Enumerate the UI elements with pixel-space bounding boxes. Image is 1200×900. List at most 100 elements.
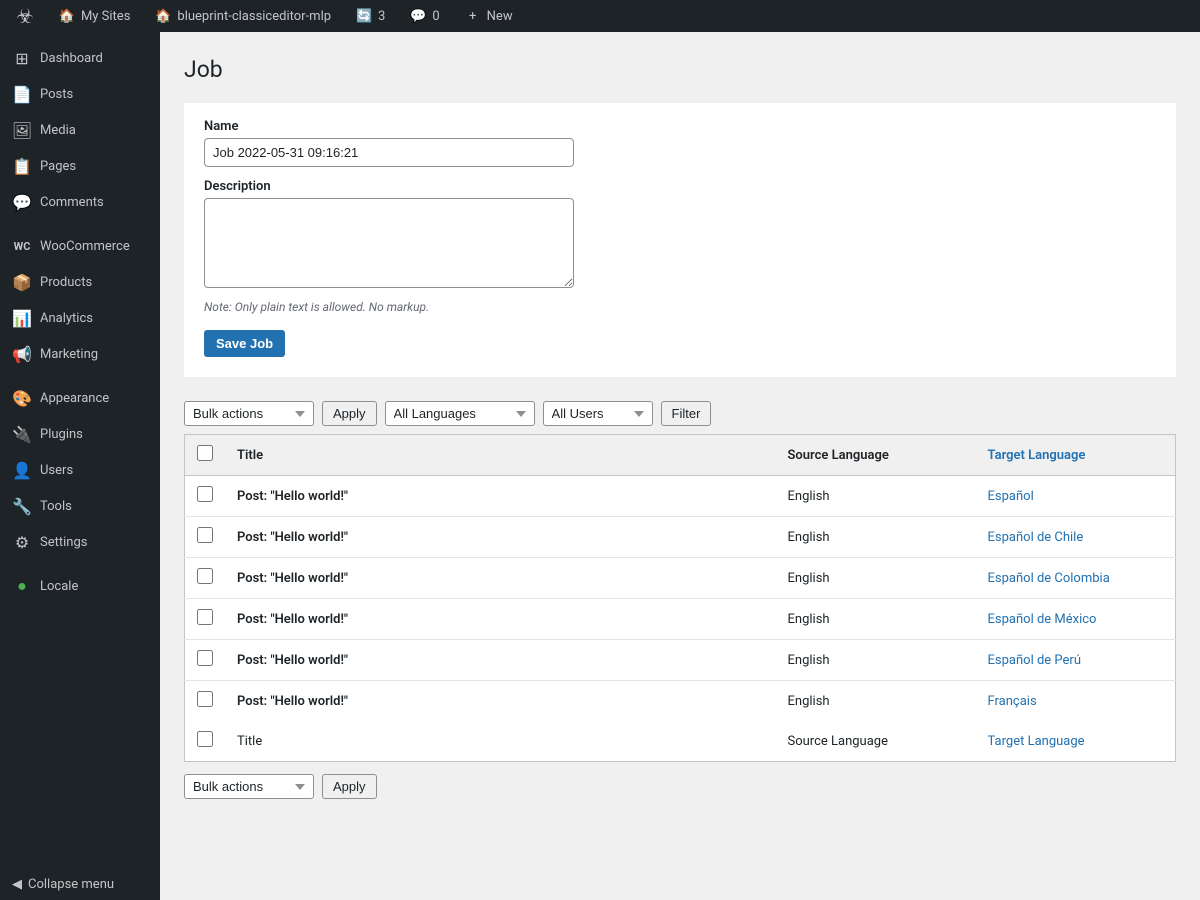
sidebar-item-plugins[interactable]: 🔌 Plugins <box>0 416 160 452</box>
source-language-footer-header: Source Language <box>788 734 889 749</box>
row-source-cell-1: English <box>776 476 976 517</box>
sidebar-item-woocommerce[interactable]: WC WooCommerce <box>0 228 160 264</box>
site-name-item[interactable]: 🏠 blueprint-classiceditor-mlp <box>150 7 335 25</box>
target-language-column-header-link[interactable]: Target Language <box>988 448 1086 463</box>
wp-logo[interactable]: ☣ <box>12 4 38 28</box>
row-target-link-4[interactable]: Español de México <box>988 612 1097 627</box>
sidebar-item-appearance[interactable]: 🎨 Appearance <box>0 380 160 416</box>
row-source-cell-4: English <box>776 599 976 640</box>
row-target-link-3[interactable]: Español de Colombia <box>988 571 1110 586</box>
sidebar-label-marketing: Marketing <box>40 347 98 362</box>
select-all-checkbox-top[interactable] <box>197 445 213 461</box>
site-home-icon: 🏠 <box>154 7 172 25</box>
sidebar-item-dashboard[interactable]: ⊞ Dashboard <box>0 40 160 76</box>
filter-button[interactable]: Filter <box>661 401 712 426</box>
job-form: Name Description Note: Only plain text i… <box>184 103 1176 377</box>
apply-button-top[interactable]: Apply <box>322 401 377 426</box>
sidebar-item-posts[interactable]: 📄 Posts <box>0 76 160 112</box>
row-target-link-1[interactable]: Español <box>988 489 1034 504</box>
settings-icon: ⚙ <box>12 532 32 552</box>
admin-bar: ☣ 🏠 My Sites 🏠 blueprint-classiceditor-m… <box>0 0 1200 32</box>
sidebar-item-media[interactable]: 🖼 Media <box>0 112 160 148</box>
footer-source-cell: Source Language <box>776 721 976 762</box>
updates-item[interactable]: 🔄 3 <box>351 7 389 25</box>
header-title-cell: Title <box>225 435 776 476</box>
save-job-button[interactable]: Save Job <box>204 330 285 357</box>
description-textarea[interactable] <box>204 198 574 288</box>
sidebar-item-analytics[interactable]: 📊 Analytics <box>0 300 160 336</box>
sidebar-item-settings[interactable]: ⚙ Settings <box>0 524 160 560</box>
table-header-row: Title Source Language Target Language <box>185 435 1176 476</box>
row-source-cell-5: English <box>776 640 976 681</box>
sidebar-label-products: Products <box>40 275 92 290</box>
table-row: Post: "Hello world!" English Español de … <box>185 599 1176 640</box>
row-checkbox-2[interactable] <box>197 527 213 543</box>
row-target-cell-6: Français <box>976 681 1176 722</box>
row-title-cell-4: Post: "Hello world!" <box>225 599 776 640</box>
site-name-label: blueprint-classiceditor-mlp <box>177 9 331 24</box>
comments-item[interactable]: 💬 0 <box>405 7 443 25</box>
main-layout: ⊞ Dashboard 📄 Posts 🖼 Media 📋 Pages 💬 Co… <box>0 32 1200 900</box>
title-footer-header: Title <box>237 734 262 749</box>
row-title-4: Post: "Hello world!" <box>237 612 348 627</box>
table-row: Post: "Hello world!" English Español <box>185 476 1176 517</box>
sidebar-item-products[interactable]: 📦 Products <box>0 264 160 300</box>
table-row: Post: "Hello world!" English Español de … <box>185 517 1176 558</box>
row-title-1: Post: "Hello world!" <box>237 489 348 504</box>
woocommerce-icon: WC <box>12 236 32 256</box>
row-checkbox-3[interactable] <box>197 568 213 584</box>
comments-sidebar-icon: 💬 <box>12 192 32 212</box>
row-target-link-2[interactable]: Español de Chile <box>988 530 1084 545</box>
sidebar-item-tools[interactable]: 🔧 Tools <box>0 488 160 524</box>
sidebar-item-locale[interactable]: ● Locale <box>0 568 160 604</box>
bulk-actions-select-bottom[interactable]: Bulk actions <box>184 774 314 799</box>
sidebar-label-comments: Comments <box>40 195 104 210</box>
row-checkbox-1[interactable] <box>197 486 213 502</box>
row-checkbox-cell-3 <box>185 558 226 599</box>
row-checkbox-5[interactable] <box>197 650 213 666</box>
sidebar-label-analytics: Analytics <box>40 311 93 326</box>
target-language-footer-header-link[interactable]: Target Language <box>988 734 1085 749</box>
header-source-cell: Source Language <box>776 435 976 476</box>
row-source-4: English <box>788 612 830 627</box>
sidebar-label-tools: Tools <box>40 499 72 514</box>
media-icon: 🖼 <box>12 120 32 140</box>
sidebar-label-woocommerce: WooCommerce <box>40 239 130 254</box>
sidebar-label-dashboard: Dashboard <box>40 51 103 66</box>
all-languages-select[interactable]: All Languages <box>385 401 535 426</box>
row-checkbox-cell-5 <box>185 640 226 681</box>
header-target-cell: Target Language <box>976 435 1176 476</box>
apply-button-bottom[interactable]: Apply <box>322 774 377 799</box>
my-sites-label: My Sites <box>81 9 130 24</box>
plugins-icon: 🔌 <box>12 424 32 444</box>
row-source-5: English <box>788 653 830 668</box>
source-language-column-header: Source Language <box>788 448 889 463</box>
table-row: Post: "Hello world!" English Español de … <box>185 640 1176 681</box>
row-title-2: Post: "Hello world!" <box>237 530 348 545</box>
sidebar-item-users[interactable]: 👤 Users <box>0 452 160 488</box>
row-target-link-6[interactable]: Français <box>988 694 1037 709</box>
row-target-link-5[interactable]: Español de Perú <box>988 653 1081 668</box>
bulk-actions-select-top[interactable]: Bulk actions <box>184 401 314 426</box>
table-footer-row: Title Source Language Target Language <box>185 721 1176 762</box>
row-source-3: English <box>788 571 830 586</box>
row-checkbox-6[interactable] <box>197 691 213 707</box>
collapse-menu-item[interactable]: ◀ Collapse menu <box>0 869 160 900</box>
my-sites-item[interactable]: 🏠 My Sites <box>54 7 134 25</box>
all-users-select[interactable]: All Users <box>543 401 653 426</box>
locale-icon: ● <box>12 576 32 596</box>
wordpress-icon: ☣ <box>16 4 34 28</box>
sidebar-item-pages[interactable]: 📋 Pages <box>0 148 160 184</box>
content-area: Job Name Description Note: Only plain te… <box>160 32 1200 900</box>
row-checkbox-4[interactable] <box>197 609 213 625</box>
sidebar-label-posts: Posts <box>40 87 73 102</box>
name-input[interactable] <box>204 138 574 167</box>
sidebar-item-comments[interactable]: 💬 Comments <box>0 184 160 220</box>
select-all-checkbox-bottom[interactable] <box>197 731 213 747</box>
row-source-cell-3: English <box>776 558 976 599</box>
sidebar-item-marketing[interactable]: 📢 Marketing <box>0 336 160 372</box>
sidebar-label-pages: Pages <box>40 159 76 174</box>
row-source-6: English <box>788 694 830 709</box>
new-item[interactable]: + New <box>460 7 517 25</box>
row-checkbox-cell-6 <box>185 681 226 722</box>
